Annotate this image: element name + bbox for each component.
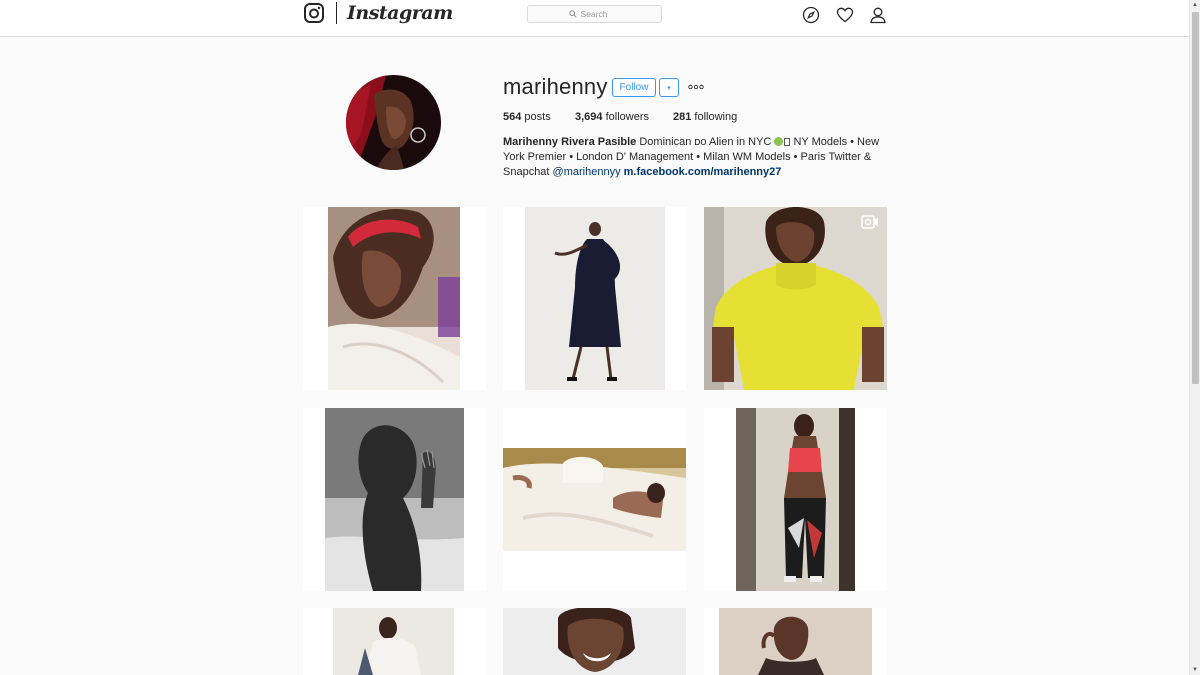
post-image xyxy=(325,408,464,591)
followers-count: 3,694 xyxy=(575,111,603,123)
search-icon xyxy=(568,10,577,18)
post-image xyxy=(503,608,686,675)
post-image xyxy=(328,207,460,390)
post-bed-lounging[interactable] xyxy=(503,408,686,591)
post-headscarf-selfie[interactable] xyxy=(303,207,486,390)
compass-icon[interactable] xyxy=(802,6,820,24)
post-image xyxy=(736,408,855,591)
profile-avatar xyxy=(346,75,441,170)
posts-stat: 564 posts xyxy=(503,111,551,123)
instagram-glyph-icon[interactable] xyxy=(304,3,324,23)
video-icon xyxy=(861,215,878,229)
logo-divider xyxy=(336,2,337,24)
following-count: 281 xyxy=(673,111,692,123)
user-icon[interactable] xyxy=(869,6,887,24)
posts-label: posts xyxy=(524,111,551,123)
post-portrait-pink[interactable] xyxy=(704,608,887,675)
scroll-up-arrow-icon[interactable]: ▲ xyxy=(1192,2,1198,8)
post-yellow-sweater[interactable] xyxy=(704,207,887,390)
following-label: following xyxy=(694,111,738,123)
post-image xyxy=(503,408,686,591)
profile-username: marihenny xyxy=(503,74,608,99)
emoji-icon xyxy=(774,137,784,146)
follow-button[interactable]: Follow xyxy=(612,78,656,97)
video-icon xyxy=(459,616,476,630)
bio-text-part1: Dominican ᴅᴏ Alien in NYC xyxy=(639,136,772,148)
followers-label: followers xyxy=(605,111,649,123)
profile-bio: Marihenny Rivera Pasible Dominican ᴅᴏ Al… xyxy=(503,135,893,181)
page-scrollbar[interactable]: ▲ ▼ xyxy=(1189,0,1200,675)
ellipsis-icon[interactable] xyxy=(688,83,704,91)
profile-full-name: Marihenny Rivera Pasible xyxy=(503,136,637,148)
post-mirror-selfie[interactable] xyxy=(704,408,887,591)
bio-website-link[interactable]: m.facebook.com/marihenny27 xyxy=(624,166,782,178)
post-dark-dress-studio[interactable] xyxy=(503,207,686,390)
instagram-wordmark[interactable]: Instagram xyxy=(347,1,453,25)
posts-count: 564 xyxy=(503,111,522,123)
post-white-sweater[interactable] xyxy=(303,608,486,675)
scroll-down-arrow-icon[interactable]: ▼ xyxy=(1192,667,1198,673)
followers-stat[interactable]: 3,694 followers xyxy=(575,111,649,123)
bio-handle-link[interactable]: @marihennyy xyxy=(553,166,621,178)
scroll-thumb[interactable] xyxy=(1192,12,1199,384)
post-image xyxy=(719,608,872,675)
post-laughing-portrait[interactable] xyxy=(503,608,686,675)
search-input[interactable] xyxy=(580,7,621,21)
post-beach-bw[interactable] xyxy=(303,408,486,591)
post-image xyxy=(525,207,665,390)
search-box[interactable] xyxy=(527,5,662,23)
top-nav: Instagram xyxy=(0,0,1189,37)
suggested-accounts-dropdown-button[interactable]: ▾ xyxy=(659,78,679,97)
heart-icon[interactable] xyxy=(836,6,854,24)
missing-glyph-icon xyxy=(784,138,791,146)
post-image xyxy=(704,207,887,390)
following-stat[interactable]: 281 following xyxy=(673,111,737,123)
